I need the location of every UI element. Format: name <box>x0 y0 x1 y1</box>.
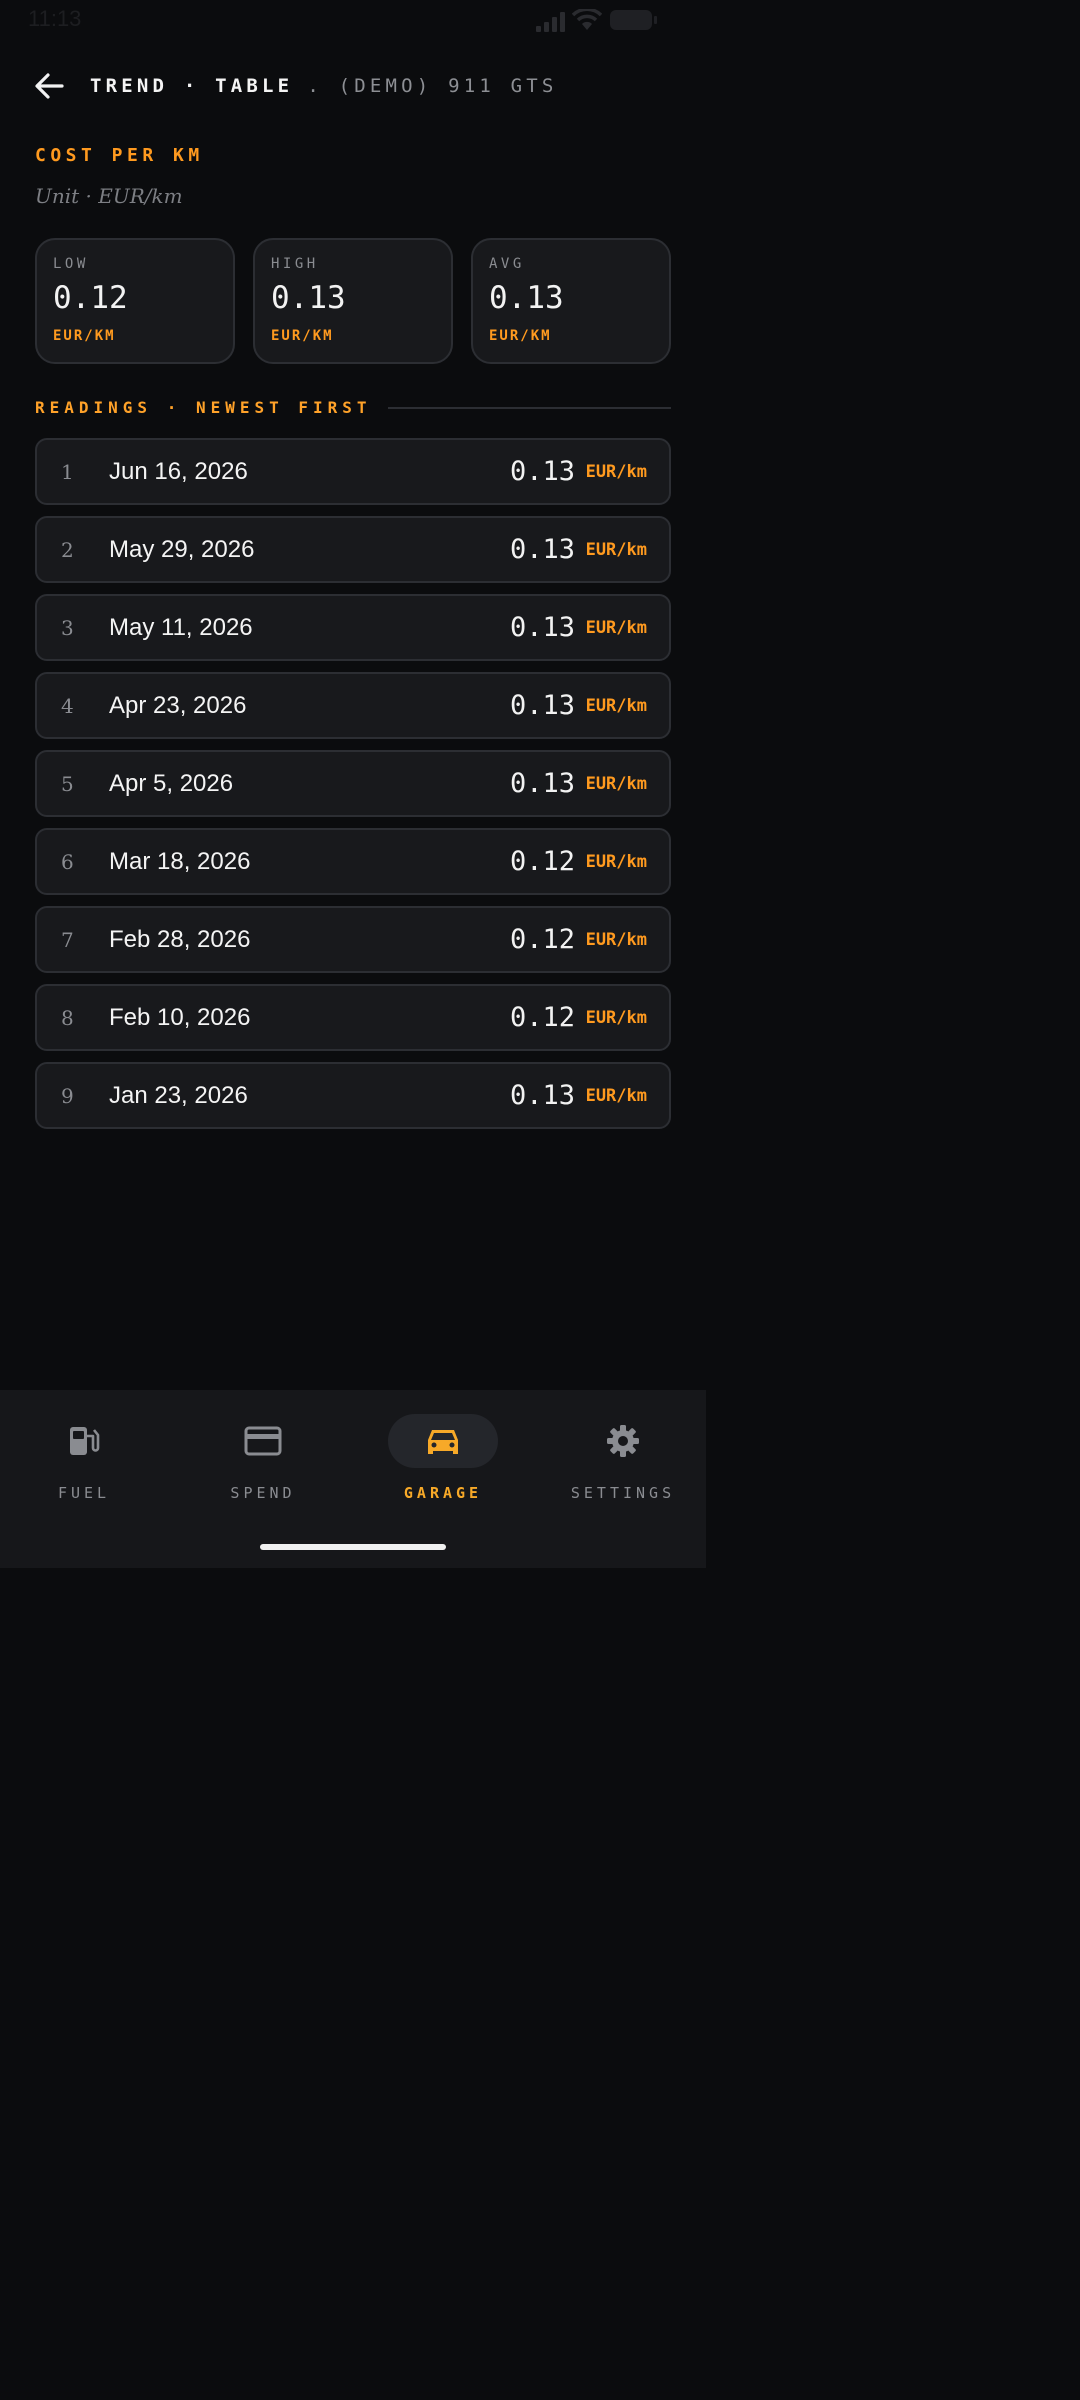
nav-label: SETTINGS <box>570 1484 676 1502</box>
table-row[interactable]: 9 Jan 23, 2026 0.13 EUR/km <box>35 1062 671 1129</box>
battery-icon <box>610 10 657 30</box>
row-index: 6 <box>61 849 74 874</box>
stat-label: AVG <box>489 256 525 272</box>
stat-unit: EUR/KM <box>271 328 334 344</box>
row-unit: EUR/km <box>585 617 647 638</box>
vehicle-subtitle: . (DEMO) 911 GTS <box>307 75 558 97</box>
bottom-nav: FUEL SPEND GARAGE SETTINGS <box>0 1390 706 1568</box>
row-date: May 29, 2026 <box>109 535 255 563</box>
readings-list: 1 Jun 16, 2026 0.13 EUR/km 2 May 29, 202… <box>35 438 671 1140</box>
nav-item-garage[interactable]: GARAGE <box>363 1414 523 1514</box>
table-row[interactable]: 6 Mar 18, 2026 0.12 EUR/km <box>35 828 671 895</box>
gear-icon <box>607 1425 639 1457</box>
row-value: 0.13 <box>509 1080 575 1111</box>
row-index: 3 <box>61 615 74 640</box>
stat-unit: EUR/KM <box>489 328 552 344</box>
divider <box>387 406 671 409</box>
table-row[interactable]: 7 Feb 28, 2026 0.12 EUR/km <box>35 906 671 973</box>
stat-card-avg: AVG 0.13 EUR/KM <box>471 238 671 364</box>
stats-row: LOW 0.12 EUR/KM HIGH 0.13 EUR/KM AVG 0.1… <box>35 238 671 364</box>
row-unit: EUR/km <box>585 929 647 950</box>
table-row[interactable]: 3 May 11, 2026 0.13 EUR/km <box>35 594 671 661</box>
row-unit: EUR/km <box>585 461 647 482</box>
row-index: 5 <box>61 771 74 796</box>
row-date: Feb 10, 2026 <box>109 1003 251 1031</box>
table-row[interactable]: 5 Apr 5, 2026 0.13 EUR/km <box>35 750 671 817</box>
row-index: 1 <box>61 459 74 484</box>
table-row[interactable]: 2 May 29, 2026 0.13 EUR/km <box>35 516 671 583</box>
credit-card-icon <box>244 1426 282 1456</box>
arrow-left-icon <box>35 73 64 99</box>
stat-value: 0.13 <box>489 280 564 316</box>
home-indicator <box>260 1544 446 1550</box>
row-value: 0.12 <box>509 924 575 955</box>
row-unit: EUR/km <box>585 851 647 872</box>
row-date: Apr 5, 2026 <box>109 769 234 797</box>
row-value: 0.13 <box>509 612 575 643</box>
row-index: 2 <box>61 537 74 562</box>
nav-item-spend[interactable]: SPEND <box>183 1414 343 1514</box>
row-unit: EUR/km <box>585 695 647 716</box>
header: TREND · TABLE . (DEMO) 911 GTS <box>34 66 558 106</box>
row-value: 0.13 <box>509 690 575 721</box>
row-value: 0.13 <box>509 534 575 565</box>
nav-label: SPEND <box>230 1484 296 1502</box>
row-value: 0.12 <box>509 846 575 877</box>
nav-icon-wrap <box>568 1414 678 1468</box>
row-date: Jun 16, 2026 <box>109 457 248 485</box>
nav-item-settings[interactable]: SETTINGS <box>543 1414 703 1514</box>
stat-card-high: HIGH 0.13 EUR/KM <box>253 238 453 364</box>
stat-card-low: LOW 0.12 EUR/KM <box>35 238 235 364</box>
unit-note: Unit · EUR/km <box>35 184 183 208</box>
readings-heading: READINGS · NEWEST FIRST <box>35 398 671 417</box>
row-value: 0.12 <box>509 1002 575 1033</box>
wifi-icon <box>572 9 602 30</box>
row-unit: EUR/km <box>585 539 647 560</box>
stat-value: 0.13 <box>271 280 346 316</box>
table-row[interactable]: 8 Feb 10, 2026 0.12 EUR/km <box>35 984 671 1051</box>
nav-icon-wrap <box>29 1414 139 1468</box>
fuel-pump-icon <box>70 1427 100 1455</box>
row-date: Feb 28, 2026 <box>109 925 251 953</box>
stat-unit: EUR/KM <box>53 328 116 344</box>
cellular-signal-icon <box>536 12 565 32</box>
nav-label: FUEL <box>57 1484 111 1502</box>
page-title: TREND · TABLE <box>90 75 294 97</box>
row-index: 4 <box>61 693 74 718</box>
metric-title: COST PER KM <box>35 145 204 166</box>
row-index: 9 <box>61 1083 74 1108</box>
stat-label: HIGH <box>271 256 319 272</box>
stat-value: 0.12 <box>53 280 128 316</box>
stat-label: LOW <box>53 256 89 272</box>
row-unit: EUR/km <box>585 773 647 794</box>
row-unit: EUR/km <box>585 1007 647 1028</box>
table-row[interactable]: 4 Apr 23, 2026 0.13 EUR/km <box>35 672 671 739</box>
row-date: Mar 18, 2026 <box>109 847 251 875</box>
status-time: 11:13 <box>28 6 82 31</box>
nav-label: GARAGE <box>403 1484 483 1502</box>
back-button[interactable] <box>34 71 64 101</box>
status-bar: 11:13 <box>0 0 706 40</box>
row-date: Jan 23, 2026 <box>109 1081 248 1109</box>
nav-item-fuel[interactable]: FUEL <box>4 1414 164 1514</box>
row-date: May 11, 2026 <box>109 613 253 641</box>
nav-icon-wrap <box>208 1414 318 1468</box>
readings-heading-label: READINGS · NEWEST FIRST <box>35 398 372 417</box>
row-index: 8 <box>61 1005 74 1030</box>
row-value: 0.13 <box>509 768 575 799</box>
table-row[interactable]: 1 Jun 16, 2026 0.13 EUR/km <box>35 438 671 505</box>
nav-icon-wrap <box>388 1414 498 1468</box>
row-value: 0.13 <box>509 456 575 487</box>
row-index: 7 <box>61 927 74 952</box>
row-unit: EUR/km <box>585 1085 647 1106</box>
row-date: Apr 23, 2026 <box>109 691 247 719</box>
car-icon <box>428 1430 458 1454</box>
